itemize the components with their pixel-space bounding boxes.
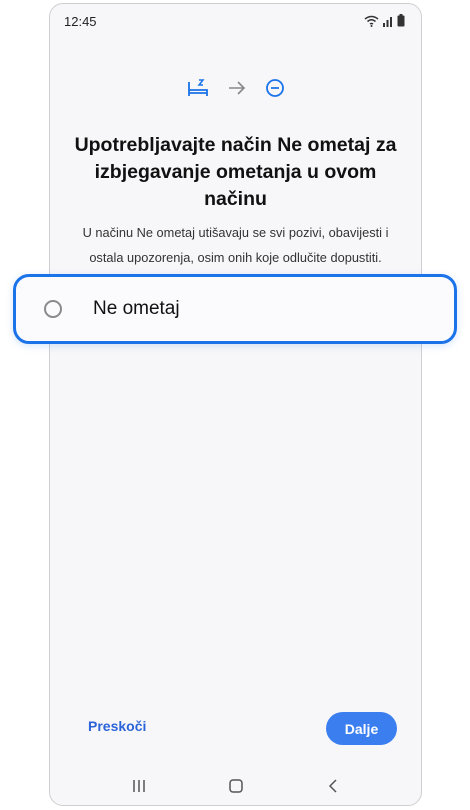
home-icon: [228, 779, 243, 793]
navigation-bar: [50, 772, 421, 800]
do-not-disturb-option[interactable]: Ne ometaj: [13, 274, 457, 344]
status-icons: [364, 14, 405, 27]
status-bar: 12:45: [50, 4, 421, 40]
do-not-disturb-icon: [265, 79, 284, 97]
bed-icon: [187, 79, 208, 96]
back-icon: [328, 779, 337, 793]
home-button[interactable]: [221, 774, 251, 798]
recent-apps-button[interactable]: [124, 774, 154, 798]
page-description: U načinu Ne ometaj utišavaju se svi pozi…: [82, 225, 389, 265]
status-time: 12:45: [64, 14, 97, 29]
wifi-icon: [364, 15, 379, 27]
back-button[interactable]: [318, 774, 348, 798]
option-label: Ne ometaj: [93, 298, 180, 319]
next-button[interactable]: Dalje: [326, 712, 397, 745]
option-radio[interactable]: [44, 300, 62, 318]
battery-icon: [397, 14, 405, 27]
phone-screen: 12:45 Upotrebljavajte način Ne ometaj za…: [49, 3, 422, 806]
arrow-right-icon: [228, 81, 245, 95]
recent-apps-icon: [132, 780, 145, 792]
signal-icon: [383, 16, 392, 27]
page-title: Upotrebljavajte način Ne ometaj za izbje…: [74, 134, 397, 210]
skip-button[interactable]: Preskoči: [88, 718, 146, 734]
flow-icons: [50, 78, 421, 98]
